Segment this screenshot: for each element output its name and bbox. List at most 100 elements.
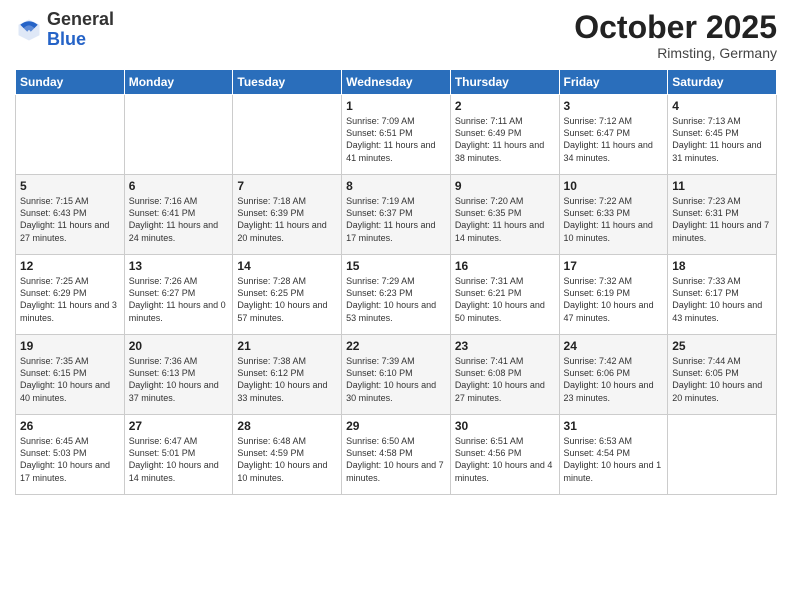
table-row: 9 Sunrise: 7:20 AM Sunset: 6:35 PM Daylig…: [450, 175, 559, 255]
calendar-week-row: 26 Sunrise: 6:45 AM Sunset: 5:03 PM Dayli…: [16, 415, 777, 495]
table-row: 24 Sunrise: 7:42 AM Sunset: 6:06 PM Dayli…: [559, 335, 668, 415]
day-number: 23: [455, 339, 555, 353]
table-row: 1 Sunrise: 7:09 AM Sunset: 6:51 PM Daylig…: [342, 95, 451, 175]
calendar-week-row: 5Sunrise: 7:15 AM Sunset: 6:43 PM Daylig…: [16, 175, 777, 255]
day-info: Sunrise: 7:18 AM Sunset: 6:39 PM Dayligh…: [237, 195, 337, 244]
day-number: 14: [237, 259, 337, 273]
table-row: 23 Sunrise: 7:41 AM Sunset: 6:08 PM Dayli…: [450, 335, 559, 415]
day-number: 26: [20, 419, 120, 433]
day-number: 6: [129, 179, 229, 193]
table-row: 5Sunrise: 7:15 AM Sunset: 6:43 PM Daylig…: [16, 175, 125, 255]
day-info: Sunrise: 7:22 AM Sunset: 6:33 PM Dayligh…: [564, 195, 664, 244]
day-number: 13: [129, 259, 229, 273]
table-row: 7 Sunrise: 7:18 AM Sunset: 6:39 PM Daylig…: [233, 175, 342, 255]
table-row: 26 Sunrise: 6:45 AM Sunset: 5:03 PM Dayli…: [16, 415, 125, 495]
col-thursday: Thursday: [450, 70, 559, 95]
col-saturday: Saturday: [668, 70, 777, 95]
table-row: 21 Sunrise: 7:38 AM Sunset: 6:12 PM Dayli…: [233, 335, 342, 415]
col-tuesday: Tuesday: [233, 70, 342, 95]
day-info: Sunrise: 7:15 AM Sunset: 6:43 PM Dayligh…: [20, 195, 120, 244]
logo-text: General Blue: [47, 10, 114, 50]
day-info: Sunrise: 7:19 AM Sunset: 6:37 PM Dayligh…: [346, 195, 446, 244]
day-number: 16: [455, 259, 555, 273]
table-row: 30Sunrise: 6:51 AM Sunset: 4:56 PM Dayli…: [450, 415, 559, 495]
table-row: 14Sunrise: 7:28 AM Sunset: 6:25 PM Dayli…: [233, 255, 342, 335]
table-row: 13 Sunrise: 7:26 AM Sunset: 6:27 PM Dayli…: [124, 255, 233, 335]
day-number: 19: [20, 339, 120, 353]
day-info: Sunrise: 7:42 AM Sunset: 6:06 PM Dayligh…: [564, 355, 664, 404]
table-row: 12 Sunrise: 7:25 AM Sunset: 6:29 PM Dayli…: [16, 255, 125, 335]
day-info: Sunrise: 7:32 AM Sunset: 6:19 PM Dayligh…: [564, 275, 664, 324]
day-number: 24: [564, 339, 664, 353]
table-row: 15Sunrise: 7:29 AM Sunset: 6:23 PM Dayli…: [342, 255, 451, 335]
day-number: 1: [346, 99, 446, 113]
day-number: 9: [455, 179, 555, 193]
page: General Blue October 2025 Rimsting, Germ…: [0, 0, 792, 612]
table-row: 3 Sunrise: 7:12 AM Sunset: 6:47 PM Daylig…: [559, 95, 668, 175]
col-friday: Friday: [559, 70, 668, 95]
day-number: 31: [564, 419, 664, 433]
day-info: Sunrise: 7:44 AM Sunset: 6:05 PM Dayligh…: [672, 355, 772, 404]
day-info: Sunrise: 7:26 AM Sunset: 6:27 PM Dayligh…: [129, 275, 229, 324]
day-number: 15: [346, 259, 446, 273]
table-row: 17 Sunrise: 7:32 AM Sunset: 6:19 PM Dayli…: [559, 255, 668, 335]
day-info: Sunrise: 7:09 AM Sunset: 6:51 PM Dayligh…: [346, 115, 446, 164]
header: General Blue October 2025 Rimsting, Germ…: [15, 10, 777, 61]
day-number: 27: [129, 419, 229, 433]
calendar-week-row: 1 Sunrise: 7:09 AM Sunset: 6:51 PM Daylig…: [16, 95, 777, 175]
logo-blue: Blue: [47, 29, 86, 49]
day-number: 29: [346, 419, 446, 433]
title-block: October 2025 Rimsting, Germany: [574, 10, 777, 61]
location: Rimsting, Germany: [574, 45, 777, 61]
day-number: 10: [564, 179, 664, 193]
col-sunday: Sunday: [16, 70, 125, 95]
calendar: Sunday Monday Tuesday Wednesday Thursday…: [15, 69, 777, 495]
day-number: 30: [455, 419, 555, 433]
table-row: [233, 95, 342, 175]
logo-icon: [15, 16, 43, 44]
table-row: 2 Sunrise: 7:11 AM Sunset: 6:49 PM Daylig…: [450, 95, 559, 175]
table-row: 29Sunrise: 6:50 AM Sunset: 4:58 PM Dayli…: [342, 415, 451, 495]
table-row: 19 Sunrise: 7:35 AM Sunset: 6:15 PM Dayli…: [16, 335, 125, 415]
table-row: [668, 415, 777, 495]
day-number: 12: [20, 259, 120, 273]
table-row: 16Sunrise: 7:31 AM Sunset: 6:21 PM Dayli…: [450, 255, 559, 335]
day-number: 3: [564, 99, 664, 113]
col-monday: Monday: [124, 70, 233, 95]
table-row: 6Sunrise: 7:16 AM Sunset: 6:41 PM Daylig…: [124, 175, 233, 255]
table-row: 10 Sunrise: 7:22 AM Sunset: 6:33 PM Dayli…: [559, 175, 668, 255]
calendar-week-row: 12 Sunrise: 7:25 AM Sunset: 6:29 PM Dayli…: [16, 255, 777, 335]
logo-general: General: [47, 9, 114, 29]
day-number: 22: [346, 339, 446, 353]
table-row: [16, 95, 125, 175]
day-number: 2: [455, 99, 555, 113]
day-info: Sunrise: 7:36 AM Sunset: 6:13 PM Dayligh…: [129, 355, 229, 404]
day-number: 28: [237, 419, 337, 433]
table-row: 25Sunrise: 7:44 AM Sunset: 6:05 PM Dayli…: [668, 335, 777, 415]
day-number: 7: [237, 179, 337, 193]
day-info: Sunrise: 7:41 AM Sunset: 6:08 PM Dayligh…: [455, 355, 555, 404]
table-row: 27Sunrise: 6:47 AM Sunset: 5:01 PM Dayli…: [124, 415, 233, 495]
day-info: Sunrise: 6:53 AM Sunset: 4:54 PM Dayligh…: [564, 435, 664, 484]
day-number: 21: [237, 339, 337, 353]
day-number: 17: [564, 259, 664, 273]
day-number: 8: [346, 179, 446, 193]
day-info: Sunrise: 7:35 AM Sunset: 6:15 PM Dayligh…: [20, 355, 120, 404]
calendar-week-row: 19 Sunrise: 7:35 AM Sunset: 6:15 PM Dayli…: [16, 335, 777, 415]
day-info: Sunrise: 7:20 AM Sunset: 6:35 PM Dayligh…: [455, 195, 555, 244]
day-info: Sunrise: 7:23 AM Sunset: 6:31 PM Dayligh…: [672, 195, 772, 244]
table-row: 22 Sunrise: 7:39 AM Sunset: 6:10 PM Dayli…: [342, 335, 451, 415]
day-info: Sunrise: 7:12 AM Sunset: 6:47 PM Dayligh…: [564, 115, 664, 164]
table-row: 4Sunrise: 7:13 AM Sunset: 6:45 PM Daylig…: [668, 95, 777, 175]
day-info: Sunrise: 6:45 AM Sunset: 5:03 PM Dayligh…: [20, 435, 120, 484]
day-info: Sunrise: 7:11 AM Sunset: 6:49 PM Dayligh…: [455, 115, 555, 164]
table-row: 31 Sunrise: 6:53 AM Sunset: 4:54 PM Dayli…: [559, 415, 668, 495]
table-row: 8 Sunrise: 7:19 AM Sunset: 6:37 PM Daylig…: [342, 175, 451, 255]
day-info: Sunrise: 7:25 AM Sunset: 6:29 PM Dayligh…: [20, 275, 120, 324]
day-info: Sunrise: 7:33 AM Sunset: 6:17 PM Dayligh…: [672, 275, 772, 324]
day-info: Sunrise: 6:48 AM Sunset: 4:59 PM Dayligh…: [237, 435, 337, 484]
day-info: Sunrise: 7:38 AM Sunset: 6:12 PM Dayligh…: [237, 355, 337, 404]
day-info: Sunrise: 7:39 AM Sunset: 6:10 PM Dayligh…: [346, 355, 446, 404]
col-wednesday: Wednesday: [342, 70, 451, 95]
day-number: 18: [672, 259, 772, 273]
